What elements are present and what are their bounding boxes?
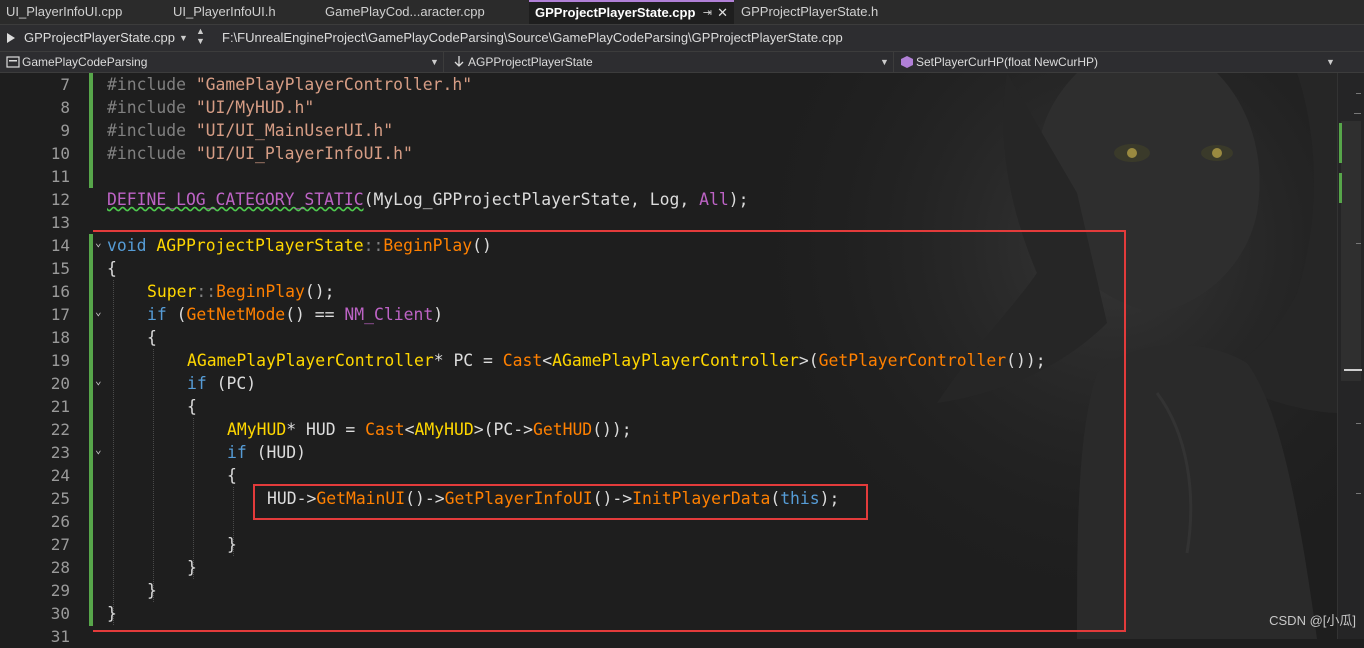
close-icon[interactable]: ✕ (717, 2, 728, 24)
line-number: 30 (50, 604, 70, 623)
line-number: 14 (50, 236, 70, 255)
member-label: SetPlayerCurHP(float NewCurHP) (916, 55, 1099, 69)
tab-label: GamePlayCod...aracter.cpp (325, 4, 485, 19)
tab-label: UI_PlayerInfoUI.h (173, 4, 276, 19)
line-number: 17 (50, 305, 70, 324)
file-dropdown-label: GPProjectPlayerState.cpp (24, 30, 176, 45)
dropdown-caret-icon: ▼ (1326, 57, 1335, 67)
project-label: GamePlayCodeParsing (22, 55, 148, 69)
minimap-line (1356, 493, 1361, 494)
highlight-box-initplayerdata (253, 484, 868, 520)
dropdown-caret-icon: ▼ (179, 33, 188, 43)
class-scope-label: AGPProjectPlayerState (468, 55, 593, 69)
code-editor[interactable]: ⌄ ⌄ ⌄ ⌄ #include "GamePlayPlayerControll… (93, 73, 1337, 639)
dropdown-caret-icon: ▼ (880, 57, 889, 67)
class-scope-dropdown[interactable]: AGPProjectPlayerState ▼ (448, 52, 894, 72)
document-tab-bar: UI_PlayerInfoUI.cpp UI_PlayerInfoUI.h Ga… (0, 0, 1364, 25)
project-dropdown[interactable]: GamePlayCodeParsing ▼ (2, 52, 444, 72)
line-number: 22 (50, 420, 70, 439)
vertical-scrollbar-minimap[interactable] (1337, 73, 1364, 639)
tab-ui-playerinfoui-cpp[interactable]: UI_PlayerInfoUI.cpp (0, 0, 166, 24)
code-line-7: #include "GamePlayPlayerController.h" (107, 75, 473, 94)
code-line-9: #include "UI/UI_MainUserUI.h" (107, 121, 394, 140)
tab-label: GPProjectPlayerState.cpp (535, 5, 696, 20)
line-number: 11 (50, 167, 70, 186)
full-path-text: F:\FUnrealEngineProject\GamePlayCodePars… (222, 30, 843, 45)
line-number: 23 (50, 443, 70, 462)
chevron-up-icon: ▲ (196, 28, 205, 36)
code-line-8: #include "UI/MyHUD.h" (107, 98, 315, 117)
watermark: CSDN @[小瓜] (1269, 613, 1356, 628)
line-number: 8 (60, 98, 70, 117)
tab-gameplaycodeparsing-character-cpp[interactable]: GamePlayCod...aracter.cpp (319, 0, 528, 24)
line-number: 15 (50, 259, 70, 278)
highlight-box-beginplay (93, 230, 1126, 632)
minimap-line (1354, 113, 1361, 114)
project-icon (6, 56, 20, 68)
line-number: 21 (50, 397, 70, 416)
dropdown-caret-icon: ▼ (430, 57, 439, 67)
minimap-line (1356, 243, 1361, 244)
line-number: 16 (50, 282, 70, 301)
line-number-gutter: 7 8 9 10 11 12 13 14 15 16 17 18 19 20 2… (0, 73, 93, 646)
tab-ui-playerinfoui-h[interactable]: UI_PlayerInfoUI.h (167, 0, 318, 24)
navigation-bar: GamePlayCodeParsing ▼ AGPProjectPlayerSt… (0, 52, 1364, 73)
line-number: 29 (50, 581, 70, 600)
line-number: 12 (50, 190, 70, 209)
file-icon (7, 33, 15, 43)
method-icon (901, 56, 913, 68)
chevron-down-icon: ▼ (196, 36, 205, 46)
line-number: 26 (50, 512, 70, 531)
line-number: 25 (50, 489, 70, 508)
tab-label: GPProjectPlayerState.h (741, 4, 879, 19)
file-dropdown[interactable]: GPProjectPlayerState.cpp ▼ (2, 28, 191, 48)
line-number: 28 (50, 558, 70, 577)
line-number: 10 (50, 144, 70, 163)
member-dropdown[interactable]: SetPlayerCurHP(float NewCurHP) ▼ (898, 52, 1338, 72)
minimap-line (1356, 423, 1361, 424)
line-number: 31 (50, 627, 70, 646)
full-path-field[interactable]: F:\FUnrealEngineProject\GamePlayCodePars… (222, 28, 1352, 48)
code-surface: ⌄ ⌄ ⌄ ⌄ #include "GamePlayPlayerControll… (93, 73, 1337, 639)
file-path-bar: GPProjectPlayerState.cpp ▼ ▲ ▼ F:\FUnrea… (0, 25, 1364, 52)
line-number: 7 (60, 75, 70, 94)
line-number: 18 (50, 328, 70, 347)
line-number: 19 (50, 351, 70, 370)
line-number: 27 (50, 535, 70, 554)
change-marker (1339, 173, 1342, 203)
line-number: 13 (50, 213, 70, 232)
change-marker (1339, 123, 1342, 163)
pin-icon[interactable]: ⇥ (703, 2, 712, 24)
minimap-line (1356, 93, 1361, 94)
scope-icon (454, 56, 464, 67)
code-line-10: #include "UI/UI_PlayerInfoUI.h" (107, 144, 413, 163)
line-number: 9 (60, 121, 70, 140)
line-number: 20 (50, 374, 70, 393)
split-scroll-button[interactable]: ▲ ▼ (194, 28, 206, 48)
line-number: 24 (50, 466, 70, 485)
caret-position-marker (1344, 369, 1362, 371)
tab-gpprojectplayerstate-cpp[interactable]: GPProjectPlayerState.cpp ⇥ ✕ (529, 0, 734, 24)
code-line-12: DEFINE_LOG_CATEGORY_STATIC(MyLog_GPProje… (107, 190, 749, 209)
tab-label: UI_PlayerInfoUI.cpp (6, 4, 123, 19)
tab-gpprojectplayerstate-h[interactable]: GPProjectPlayerState.h (735, 0, 916, 24)
scrollbar-thumb[interactable] (1341, 121, 1361, 381)
